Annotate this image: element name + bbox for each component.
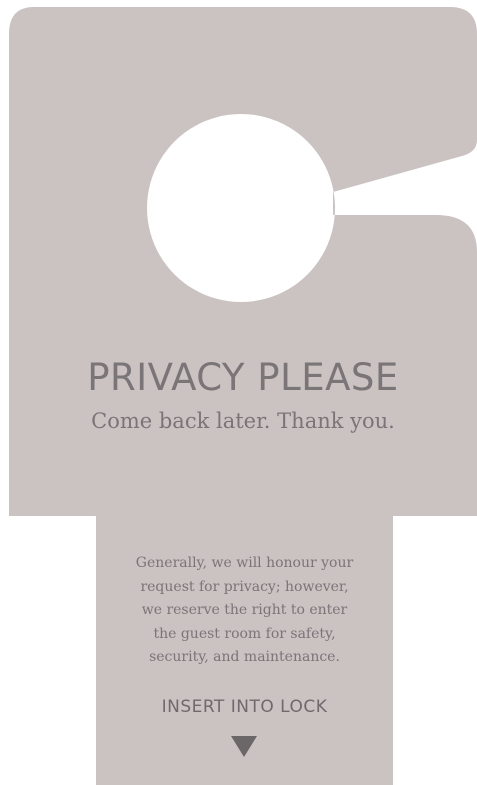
policy-line: request for privacy; however, [140,578,349,595]
policy-line: Generally, we will honour your [135,555,354,571]
privacy-policy-text: Generally, we will honour your request f… [96,552,393,670]
policy-line: we reserve the right to enter [141,602,348,618]
sign-title: PRIVACY PLEASE [87,356,399,399]
sign-subtitle: Come back later. Thank you. [91,409,395,433]
policy-line: security, and maintenance. [149,649,340,665]
triangle-down-icon [231,736,257,757]
insert-instruction: INSERT INTO LOCK [161,697,328,717]
door-hanger: PRIVACY PLEASE Come back later. Thank yo… [0,0,477,785]
policy-line: the guest room for safety, [153,625,336,642]
